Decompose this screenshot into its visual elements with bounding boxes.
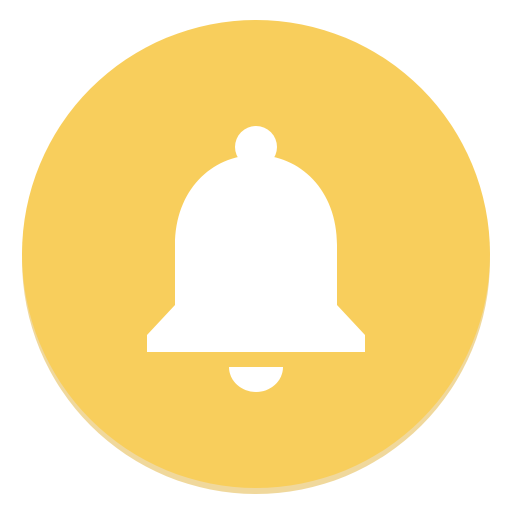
- notification-app-icon: [22, 20, 490, 494]
- app-icon-canvas: [0, 0, 512, 512]
